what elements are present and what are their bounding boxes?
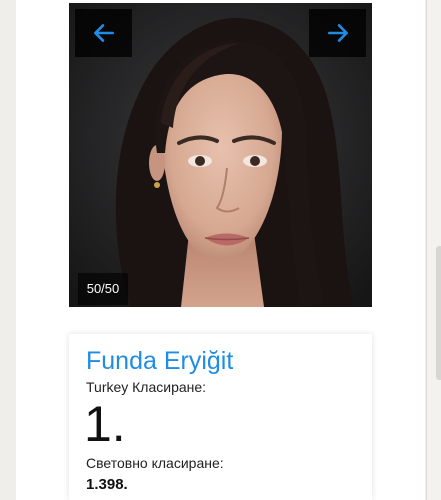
country-rank-value: 1. [84, 396, 126, 452]
scroll-track[interactable] [426, 0, 441, 500]
photo-counter: 50/50 [78, 273, 128, 305]
previous-photo-button[interactable] [75, 9, 132, 57]
scroll-thumb[interactable] [436, 246, 441, 380]
arrow-left-icon [93, 24, 114, 42]
world-rank-value: 1.398. [86, 476, 128, 493]
arrow-right-icon [327, 24, 348, 42]
next-photo-button[interactable] [309, 9, 366, 57]
profile-card: Funda Eryiğit Turkey Класиране: 1. Свето… [69, 334, 372, 500]
profile-name[interactable]: Funda Eryiğit [86, 346, 233, 376]
world-rank-label: Световно класиране: [86, 455, 224, 471]
photo-gallery: 50/50 [69, 3, 372, 307]
country-rank-label: Turkey Класиране: [86, 379, 207, 395]
